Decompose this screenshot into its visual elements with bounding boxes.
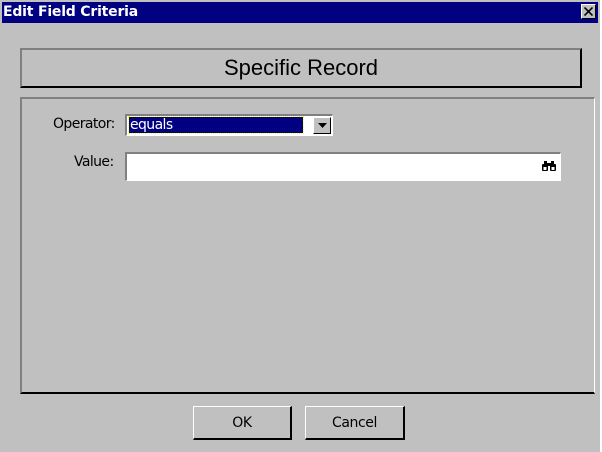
- criteria-panel: Operator: equals Value:: [20, 97, 595, 394]
- value-input[interactable]: [125, 152, 561, 181]
- binoculars-icon: [542, 161, 556, 171]
- operator-label: Operator:: [53, 116, 115, 132]
- operator-selected-value[interactable]: equals: [128, 116, 304, 134]
- operator-dropdown-button[interactable]: [313, 117, 331, 134]
- panel-heading: Specific Record: [223, 55, 379, 80]
- header-panel: Specific Record: [20, 48, 582, 88]
- ok-button[interactable]: OK: [193, 406, 292, 440]
- close-icon: [584, 7, 593, 16]
- title-bar[interactable]: Edit Field Criteria: [2, 2, 598, 23]
- cancel-button[interactable]: Cancel: [305, 406, 405, 440]
- edit-field-criteria-dialog: Edit Field Criteria Specific Record Oper…: [0, 0, 600, 452]
- lookup-button[interactable]: [541, 158, 557, 174]
- value-label: Value:: [74, 154, 114, 170]
- operator-select[interactable]: equals: [125, 114, 333, 136]
- chevron-down-icon: [318, 123, 327, 128]
- close-button[interactable]: [581, 4, 596, 19]
- window-title: Edit Field Criteria: [3, 4, 139, 20]
